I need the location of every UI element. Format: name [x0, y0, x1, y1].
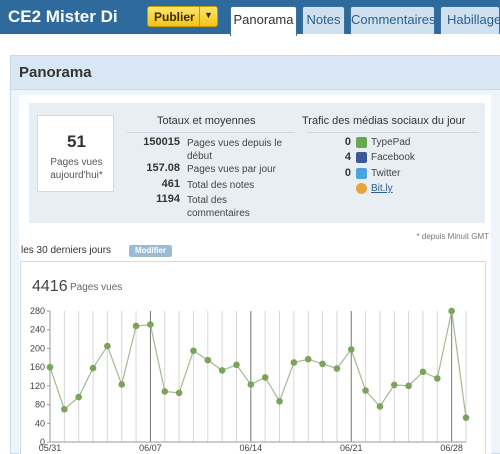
x-tick-label: 06/07 — [139, 443, 162, 453]
data-point — [218, 367, 226, 374]
total-views-label: Pages vues depuis le début — [187, 138, 283, 162]
data-point — [89, 364, 97, 372]
data-point — [61, 405, 68, 413]
blog-title[interactable]: CE2 Mister Di — [8, 6, 118, 28]
x-tick-label: 05/31 — [39, 443, 62, 453]
panorama-panel: Panorama 51 Pages vues aujourd'hui* Tota… — [10, 55, 500, 454]
data-point — [276, 397, 283, 405]
data-point — [333, 365, 341, 372]
twitter-label: Twitter — [371, 168, 401, 179]
data-point — [233, 361, 240, 369]
typepad-count: 0 — [344, 136, 351, 148]
publish-divider — [199, 7, 200, 26]
top-bar: CE2 Mister Di Publier ▼ Panorama Notes C… — [0, 0, 500, 36]
data-point — [46, 363, 54, 371]
x-tick-label: 06/14 — [240, 443, 263, 453]
totals-divider — [127, 132, 295, 133]
publish-button[interactable]: Publier ▼ — [147, 6, 218, 27]
panel-body: 51 Pages vues aujourd'hui* Totaux et moy… — [19, 95, 491, 454]
totals-heading: Totaux et moyennes — [157, 115, 256, 127]
tab-commentaires[interactable]: Commentaires — [350, 6, 436, 34]
twitter-count: 0 — [344, 167, 351, 179]
today-views-label: Pages vues aujourd'hui* — [50, 157, 103, 181]
data-point — [104, 342, 111, 350]
data-point — [434, 375, 441, 382]
data-point — [75, 393, 82, 401]
stats-summary: 51 Pages vues aujourd'hui* Totaux et moy… — [29, 103, 485, 223]
y-tick-label: 280 — [30, 306, 45, 316]
data-point — [175, 389, 183, 397]
data-point — [376, 403, 384, 410]
today-views-count: 51 — [67, 132, 86, 151]
facebook-label: Facebook — [371, 152, 415, 163]
views-per-day-value: 157.08 — [146, 162, 180, 174]
y-tick-label: 80 — [35, 400, 45, 410]
data-point — [147, 321, 154, 328]
twitter-icon — [356, 168, 367, 179]
data-point — [390, 381, 398, 389]
chart-total: 4416 — [32, 278, 68, 295]
data-point — [132, 322, 140, 330]
data-point — [362, 387, 369, 394]
panel-header: Panorama — [11, 56, 500, 90]
tab-panorama[interactable]: Panorama — [230, 6, 297, 36]
y-tick-label: 120 — [30, 381, 45, 391]
facebook-icon — [356, 152, 367, 163]
tab-habillage[interactable]: Habillage — [440, 6, 500, 34]
data-point — [405, 382, 412, 390]
modify-button[interactable]: Modifier — [129, 245, 172, 257]
tab-notes[interactable]: Notes — [302, 6, 345, 34]
x-tick-label: 06/28 — [440, 443, 463, 453]
publish-label: Publier — [154, 10, 195, 24]
data-point — [190, 347, 197, 355]
chart-unit: Pages vues — [70, 282, 123, 293]
data-point — [319, 360, 326, 368]
typepad-icon — [356, 137, 367, 148]
today-views-box: 51 Pages vues aujourd'hui* — [37, 115, 114, 192]
y-tick-label: 200 — [30, 343, 45, 353]
y-tick-label: 40 — [35, 418, 45, 428]
data-point — [448, 307, 455, 315]
total-notes-label: Total des notes — [187, 180, 255, 191]
panel-title: Panorama — [19, 64, 92, 81]
data-point — [419, 368, 427, 376]
total-comments-label: Total des commentaires — [187, 195, 250, 219]
bitly-link[interactable]: Bit.ly — [371, 183, 393, 194]
bitly-icon — [356, 183, 367, 194]
gmt-note: * depuis Minuit GMT — [416, 232, 489, 241]
data-point — [261, 374, 269, 381]
chevron-down-icon[interactable]: ▼ — [204, 10, 213, 20]
total-notes-value: 461 — [161, 178, 180, 190]
data-point — [161, 388, 169, 395]
data-point — [247, 381, 255, 388]
data-point — [290, 359, 298, 366]
social-heading: Trafic des médias sociaux du jour — [302, 115, 466, 127]
pageviews-chart: 0 40 80 120 160 200 240 280 05/31 06/07 06/14 06/21… — [20, 261, 486, 454]
series-line — [49, 310, 467, 418]
social-divider — [307, 132, 479, 133]
data-point — [204, 356, 212, 364]
y-tick-label: 160 — [30, 362, 45, 372]
x-tick-label: 06/21 — [340, 443, 363, 453]
y-tick-label: 240 — [30, 325, 45, 335]
facebook-count: 4 — [344, 151, 351, 163]
total-views-value: 150015 — [143, 136, 180, 148]
data-point — [462, 414, 470, 421]
typepad-label: TypePad — [371, 137, 411, 148]
data-point — [118, 381, 126, 388]
data-point — [347, 346, 355, 353]
views-per-day-label: Pages vues par jour — [187, 164, 276, 175]
period-label: les 30 derniers jours — [21, 245, 112, 256]
data-point — [304, 355, 312, 363]
total-comments-value: 1194 — [156, 193, 180, 205]
